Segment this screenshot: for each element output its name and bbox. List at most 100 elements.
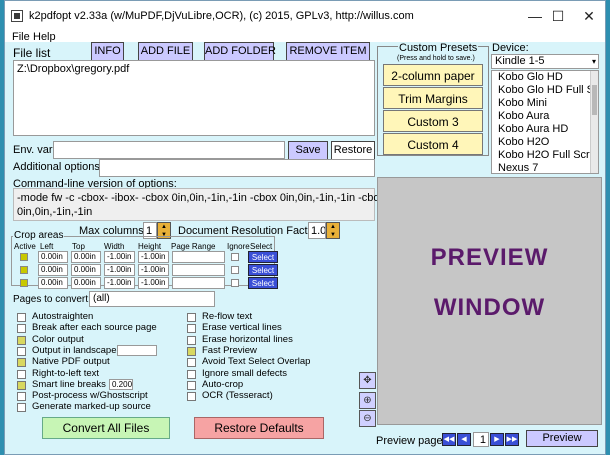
device-list-item[interactable]: Kobo H2O — [495, 136, 598, 149]
crop-height-input[interactable]: -1.00in — [138, 277, 169, 289]
close-button[interactable]: ✕ — [567, 1, 610, 31]
crop-height-input[interactable]: -1.00in — [138, 264, 169, 276]
crop-width-input[interactable]: -1.00in — [104, 264, 135, 276]
crop-page-range-input[interactable] — [172, 264, 225, 276]
option-label: OCR (Tesseract) — [202, 390, 273, 402]
crop-ignore-checkbox[interactable] — [231, 279, 239, 287]
restore-defaults-button[interactable]: Restore Defaults — [194, 417, 324, 439]
crop-width-input[interactable]: -1.00in — [104, 277, 135, 289]
option-checkbox[interactable] — [187, 369, 196, 379]
crop-select-button[interactable]: Select — [248, 277, 278, 289]
env-save-button[interactable]: Save — [288, 141, 328, 160]
crop-active-checkbox[interactable] — [20, 253, 28, 261]
option-label: Ignore small defects — [202, 367, 288, 379]
resolution-stepper[interactable]: ▲ ▼ — [326, 222, 340, 239]
crop-page-range-input[interactable] — [172, 277, 225, 289]
device-list[interactable]: Kobo Glo HD Kobo Glo HD Full Scre Kobo Min… — [491, 70, 599, 174]
option-checkbox[interactable] — [187, 335, 196, 345]
crop-top-input[interactable]: 0.00in — [71, 251, 101, 263]
preset-custom-4-button[interactable]: Custom 4 — [383, 133, 483, 155]
convert-all-button[interactable]: Convert All Files — [42, 417, 170, 439]
option-checkbox[interactable] — [187, 358, 196, 368]
pages-input[interactable]: (all) — [89, 291, 215, 307]
device-list-item[interactable]: Kobo Mini — [495, 97, 598, 110]
zoom-out-icon[interactable]: ⊖ — [359, 410, 376, 427]
app-window: k2pdfopt v2.33a (w/MuPDF,DjVuLibre,OCR),… — [4, 0, 606, 455]
add-file-button[interactable]: ADD FILE — [138, 42, 193, 61]
crop-select-button[interactable]: Select — [248, 251, 278, 263]
smart-line-breaks-value[interactable]: 0.200 — [109, 379, 133, 390]
additional-options-input[interactable] — [99, 159, 375, 177]
preset-custom-3-button[interactable]: Custom 3 — [383, 110, 483, 132]
presets-subtitle: (Press and hold to save.) — [397, 55, 475, 62]
title-bar: k2pdfopt v2.33a (w/MuPDF,DjVuLibre,OCR),… — [5, 1, 605, 31]
option-checkbox[interactable] — [187, 324, 196, 334]
option-label: Output in landscape — [32, 344, 117, 356]
chevron-down-icon[interactable]: ▾ — [592, 55, 596, 68]
remove-item-button[interactable]: REMOVE ITEM — [286, 42, 370, 61]
window-title: k2pdfopt v2.33a (w/MuPDF,DjVuLibre,OCR),… — [29, 10, 414, 22]
option-checkbox[interactable] — [17, 380, 26, 390]
crop-select-button[interactable]: Select — [248, 264, 278, 276]
device-scrollbar[interactable] — [590, 71, 598, 173]
device-list-item[interactable]: Kobo Aura — [495, 110, 598, 123]
prev-page-icon[interactable]: ◀ — [457, 433, 471, 446]
option-label: Erase horizontal lines — [202, 333, 293, 345]
cmdline-box: -mode fw -c -cbox- -ibox- -cbox 0in,0in,… — [13, 188, 385, 221]
device-list-item[interactable]: Kobo Glo HD Full Scre — [495, 84, 598, 97]
option-checkbox[interactable] — [17, 403, 26, 413]
env-restore-button[interactable]: Restore — [331, 141, 375, 160]
file-list-box[interactable]: Z:\Dropbox\gregory.pdf — [13, 60, 375, 136]
crop-left-input[interactable]: 0.00in — [38, 251, 68, 263]
file-list-item[interactable]: Z:\Dropbox\gregory.pdf — [17, 63, 371, 75]
info-button[interactable]: INFO — [91, 42, 124, 61]
option-label: Generate marked-up source — [32, 401, 151, 413]
preview-page-label: Preview page: — [376, 435, 446, 447]
zoom-in-icon[interactable]: ⊕ — [359, 392, 376, 409]
option-label: Right-to-left text — [32, 367, 100, 379]
crop-left-input[interactable]: 0.00in — [38, 264, 68, 276]
option-label: Avoid Text Select Overlap — [202, 356, 311, 368]
device-list-item[interactable]: Nexus 7 — [495, 162, 598, 173]
landscape-value-input[interactable] — [117, 345, 157, 356]
crop-left-input[interactable]: 0.00in — [38, 277, 68, 289]
preview-page-input[interactable]: 1 — [473, 432, 489, 447]
crop-active-checkbox[interactable] — [20, 266, 28, 274]
option-checkbox[interactable] — [17, 358, 26, 368]
crop-height-input[interactable]: -1.00in — [138, 251, 169, 263]
last-page-icon[interactable]: ▶▶ — [505, 433, 519, 446]
preview-line2: WINDOW — [433, 294, 546, 321]
next-page-icon[interactable]: ▶ — [490, 433, 504, 446]
option-checkbox[interactable] — [17, 335, 26, 345]
env-var-label: Env. var: — [13, 144, 56, 156]
first-page-icon[interactable]: ◀◀ — [442, 433, 456, 446]
preview-button[interactable]: Preview — [526, 430, 598, 447]
option-checkbox[interactable] — [187, 392, 196, 402]
crop-ignore-checkbox[interactable] — [231, 253, 239, 261]
option-checkbox[interactable] — [17, 369, 26, 379]
option-checkbox[interactable] — [187, 380, 196, 390]
move-icon[interactable]: ✥ — [359, 372, 376, 389]
device-list-item[interactable]: Kobo Aura HD — [495, 123, 598, 136]
crop-page-range-input[interactable] — [172, 251, 225, 263]
scrollbar-thumb[interactable] — [592, 85, 597, 115]
option-checkbox[interactable] — [17, 313, 26, 322]
add-folder-button[interactable]: ADD FOLDER — [204, 42, 276, 61]
crop-top-input[interactable]: 0.00in — [71, 264, 101, 276]
device-list-item[interactable]: Kobo Glo HD — [495, 71, 598, 84]
option-checkbox[interactable] — [17, 392, 26, 402]
option-checkbox[interactable] — [17, 346, 26, 356]
device-list-item[interactable]: Kobo H2O Full Screen — [495, 149, 598, 162]
preset-2-column-button[interactable]: 2-column paper — [383, 64, 483, 86]
env-var-input[interactable] — [53, 141, 285, 159]
crop-active-checkbox[interactable] — [20, 279, 28, 287]
device-select[interactable]: Kindle 1-5 ▾ — [491, 54, 599, 69]
preset-trim-margins-button[interactable]: Trim Margins — [383, 87, 483, 109]
crop-top-input[interactable]: 0.00in — [71, 277, 101, 289]
resolution-input[interactable]: 1.0 — [308, 222, 326, 239]
option-checkbox[interactable] — [187, 313, 196, 322]
option-checkbox[interactable] — [187, 346, 196, 356]
option-checkbox[interactable] — [17, 324, 26, 334]
crop-ignore-checkbox[interactable] — [231, 266, 239, 274]
crop-width-input[interactable]: -1.00in — [104, 251, 135, 263]
